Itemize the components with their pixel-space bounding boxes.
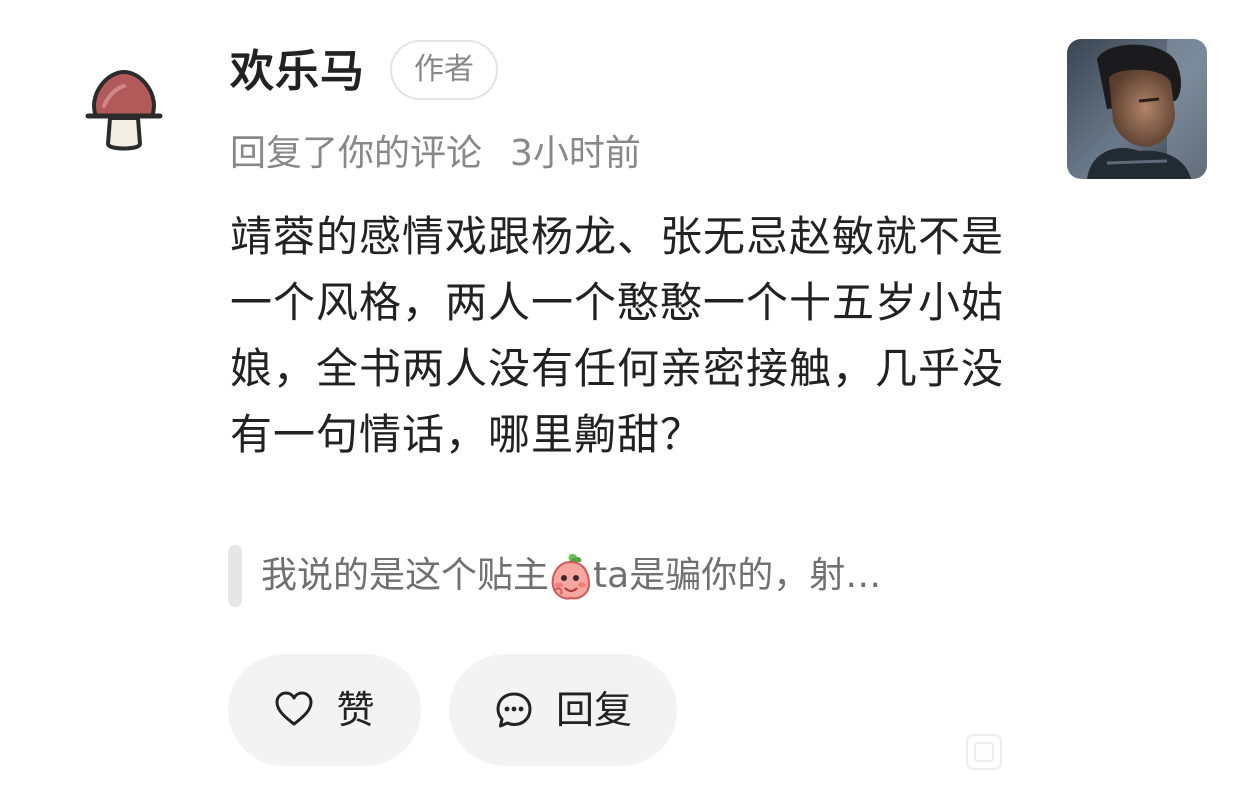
peach-emoji-icon xyxy=(549,550,593,602)
timestamp: 3小时前 xyxy=(510,133,641,174)
comment-content: 靖蓉的感情戏跟杨龙、张无忌赵敏就不是一个风格，两人一个憨憨一个十五岁小姑娘，全书… xyxy=(230,212,1005,459)
action-text: 回复了你的评论 xyxy=(230,133,483,174)
like-button[interactable]: 赞 xyxy=(228,654,421,766)
quoted-comment[interactable]: 我说的是这个贴主 ta是骗你的，射… xyxy=(228,545,1008,607)
watermark-icon xyxy=(965,733,1003,771)
heart-icon xyxy=(274,690,314,730)
mushroom-avatar-icon xyxy=(85,70,163,151)
comment-meta: 回复了你的评论 3小时前 xyxy=(230,128,641,180)
reply-label: 回复 xyxy=(555,688,632,732)
chat-bubble-icon xyxy=(494,690,534,730)
username[interactable]: 欢乐马 xyxy=(230,42,365,102)
quote-suffix: ta是骗你的，射… xyxy=(593,555,882,596)
like-label: 赞 xyxy=(336,688,375,732)
comment-notification: 欢乐马 作者 回复了你的评论 3小时前 靖蓉的感情戏跟杨龙、张无忌赵敏就不是一个… xyxy=(0,0,1260,788)
quote-bar xyxy=(228,545,242,607)
author-badge: 作者 xyxy=(390,40,498,100)
reply-button[interactable]: 回复 xyxy=(449,654,677,766)
quote-text: 我说的是这个贴主 ta是骗你的，射… xyxy=(261,550,881,602)
avatar[interactable] xyxy=(82,66,166,158)
post-thumbnail[interactable] xyxy=(1067,39,1207,179)
portrait-thumbnail-icon xyxy=(1067,39,1207,179)
quote-prefix: 我说的是这个贴主 xyxy=(261,555,550,596)
